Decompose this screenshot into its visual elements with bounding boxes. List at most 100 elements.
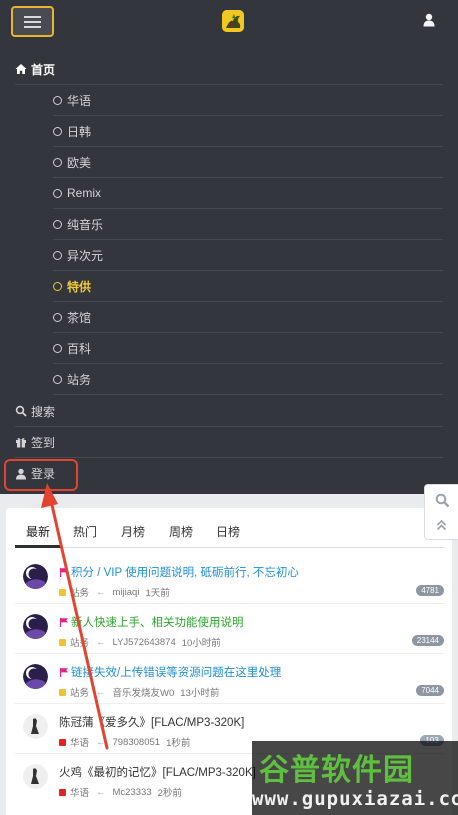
search-icon[interactable]	[435, 493, 450, 508]
nav-item-label: 茶馆	[67, 310, 92, 325]
nav-item-label: 签到	[31, 435, 56, 450]
category-tag-icon	[59, 788, 66, 796]
circle-icon	[53, 126, 62, 136]
top-bar	[0, 0, 458, 44]
watermark: 谷普软件园 www.gupuxiazai.com	[252, 741, 458, 815]
post-category[interactable]: 站务	[70, 585, 89, 599]
nav-item-category[interactable]: 茶馆	[53, 302, 443, 333]
list-tabs: 最新 热门 月榜 周榜 日榜	[15, 518, 445, 548]
post-last-user[interactable]: Mc23333	[113, 787, 152, 798]
circle-icon	[53, 343, 62, 353]
post-category[interactable]: 站务	[70, 685, 89, 699]
tab-daily[interactable]: 日榜	[216, 523, 240, 540]
circle-icon	[53, 95, 62, 105]
search-icon	[15, 405, 27, 417]
post-title-text: 链接失效/上传错误等资源问题在这里处理	[71, 667, 282, 679]
nav-item-search[interactable]: 搜索	[15, 396, 443, 427]
circle-icon	[53, 157, 62, 167]
nav-item-checkin[interactable]: 签到	[15, 427, 443, 458]
site-logo[interactable]	[222, 10, 244, 32]
nav-item-category[interactable]: 欧美	[53, 147, 443, 178]
post-title-text: 积分 / VIP 使用问题说明, 砥砺前行, 不忘初心	[71, 567, 299, 579]
post-title[interactable]: 陈冠蒲《爱多久》[FLAC/MP3-320K]	[59, 714, 244, 730]
nav-item-category[interactable]: 华语	[53, 85, 443, 116]
post-title[interactable]: 链接失效/上传错误等资源问题在这里处理	[59, 664, 281, 680]
avatar[interactable]	[23, 614, 48, 639]
nav-item-category[interactable]: 纯音乐	[53, 209, 443, 240]
nav-item-label: 特供	[67, 279, 92, 294]
reply-arrow-icon: ←	[96, 636, 106, 648]
post-title-text: 火鸡《最初的记忆》[FLAC/MP3-320K]	[59, 767, 256, 779]
active-tab-indicator	[15, 545, 61, 548]
post-category[interactable]: 华语	[70, 785, 89, 799]
post-time: 1天前	[145, 588, 170, 599]
tab-hot[interactable]: 热门	[73, 523, 97, 540]
nav-item-label: 华语	[67, 93, 92, 108]
nav-item-category[interactable]: 百科	[53, 333, 443, 364]
list-item[interactable]: 链接失效/上传错误等资源问题在这里处理 站务 ← 音乐发烧友W0 13小时前 7…	[15, 654, 445, 704]
post-last-user[interactable]: 798308051	[113, 737, 161, 748]
post-category[interactable]: 华语	[70, 735, 89, 749]
post-title[interactable]: 积分 / VIP 使用问题说明, 砥砺前行, 不忘初心	[59, 564, 299, 580]
category-tag-icon	[59, 638, 66, 646]
tab-monthly[interactable]: 月榜	[121, 523, 145, 540]
list-item[interactable]: 积分 / VIP 使用问题说明, 砥砺前行, 不忘初心 站务 ← mijiaqi…	[15, 554, 445, 604]
nav-item-category[interactable]: 站务	[53, 364, 443, 395]
nav-item-login[interactable]: 登录	[15, 458, 443, 489]
list-item[interactable]: 新人快速上手、相关功能使用说明 站务 ← LYJ572643874 10小时前 …	[15, 604, 445, 654]
nav-item-label: 异次元	[67, 248, 104, 263]
post-time: 13小时前	[180, 688, 220, 699]
post-last-user[interactable]: mijiaqi	[113, 587, 140, 598]
nav-item-label: 欧美	[67, 155, 92, 170]
nav-item-category-active[interactable]: 特供	[53, 271, 443, 302]
post-meta: 华语 ← 798308051 1秒前	[59, 735, 190, 749]
logo-icon	[222, 10, 244, 32]
avatar[interactable]	[23, 714, 48, 739]
double-chevron-up-icon[interactable]	[436, 519, 447, 531]
pin-flag-icon	[60, 568, 68, 577]
nav-item-label: Remix	[67, 186, 102, 200]
menu-toggle-button[interactable]	[11, 6, 54, 37]
nav-item-category[interactable]: 异次元	[53, 240, 443, 271]
category-tag-icon	[59, 738, 66, 746]
avatar[interactable]	[23, 664, 48, 689]
hamburger-icon	[24, 16, 41, 18]
reply-arrow-icon: ←	[96, 586, 106, 598]
nav-item-label: 搜索	[31, 404, 56, 419]
reply-count-badge: 7044	[416, 685, 444, 696]
watermark-url: www.gupuxiazai.com	[252, 788, 458, 810]
post-meta: 站务 ← 音乐发烧友W0 13小时前	[59, 685, 219, 699]
nav-item-label: 纯音乐	[67, 217, 104, 232]
tab-weekly[interactable]: 周榜	[169, 523, 193, 540]
avatar[interactable]	[23, 764, 48, 789]
nav-item-home[interactable]: 首页	[15, 54, 443, 85]
reply-arrow-icon: ←	[96, 736, 106, 748]
nav-item-category[interactable]: Remix	[53, 178, 443, 209]
post-time: 10小时前	[181, 638, 221, 649]
post-title[interactable]: 新人快速上手、相关功能使用说明	[59, 614, 244, 630]
nav-item-label: 首页	[31, 62, 56, 77]
post-meta: 站务 ← mijiaqi 1天前	[59, 585, 170, 599]
circle-icon	[53, 250, 62, 260]
category-tag-icon	[59, 588, 66, 596]
post-category[interactable]: 站务	[70, 635, 89, 649]
circle-icon	[53, 374, 62, 384]
post-last-user[interactable]: 音乐发烧友W0	[113, 685, 175, 699]
nav-item-label: 日韩	[67, 124, 92, 139]
circle-icon	[53, 281, 62, 291]
reply-arrow-icon: ←	[96, 786, 106, 798]
post-meta: 华语 ← Mc23333 2秒前	[59, 785, 182, 799]
reply-arrow-icon: ←	[96, 686, 106, 698]
tab-latest[interactable]: 最新	[26, 523, 50, 540]
category-tag-icon	[59, 688, 66, 696]
circle-icon	[53, 312, 62, 322]
user-icon[interactable]	[423, 13, 435, 27]
side-nav: 首页 华语 日韩 欧美 Remix 纯音乐 异次元 特供 茶馆 百科 站务 搜索…	[0, 44, 458, 494]
login-highlight-box	[4, 459, 78, 491]
avatar[interactable]	[23, 564, 48, 589]
nav-item-label: 站务	[67, 372, 92, 387]
post-last-user[interactable]: LYJ572643874	[113, 637, 176, 648]
post-time: 2秒前	[157, 788, 182, 799]
nav-item-category[interactable]: 日韩	[53, 116, 443, 147]
post-title[interactable]: 火鸡《最初的记忆》[FLAC/MP3-320K]	[59, 764, 256, 780]
